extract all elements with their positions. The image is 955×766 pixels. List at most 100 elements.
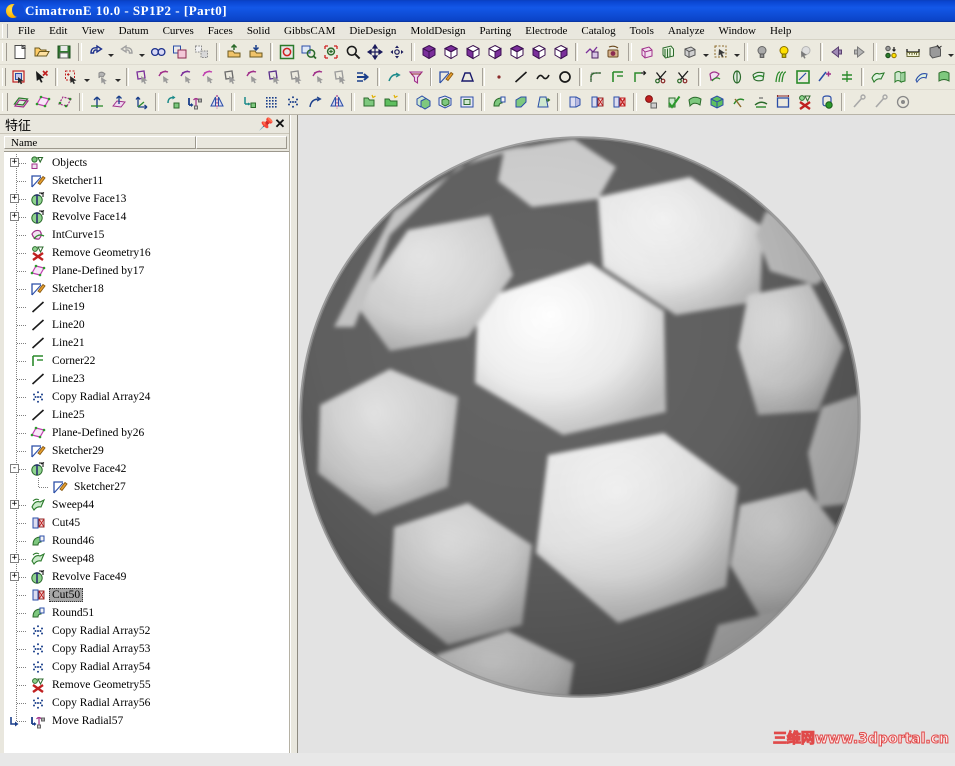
prev-view-icon[interactable] [826, 42, 848, 63]
menu-item-tools[interactable]: Tools [623, 24, 661, 38]
sketcher-icon[interactable] [435, 67, 457, 88]
menu-item-catalog[interactable]: Catalog [574, 24, 622, 38]
column-header-name[interactable]: Name [4, 136, 196, 149]
select-box-icon[interactable] [8, 67, 30, 88]
view-top-icon[interactable] [440, 42, 462, 63]
axis-icon[interactable] [86, 92, 108, 113]
menu-item-diedesign[interactable]: DieDesign [342, 24, 403, 38]
zoom-window-icon[interactable] [298, 42, 320, 63]
menubar-grip[interactable] [2, 23, 8, 38]
menu-item-faces[interactable]: Faces [201, 24, 240, 38]
tree-item[interactable]: Line19 [4, 298, 289, 316]
view-iso-icon[interactable] [418, 42, 440, 63]
drive-face-icon[interactable] [889, 67, 911, 88]
import-icon[interactable] [223, 42, 245, 63]
tree-item[interactable]: Line21 [4, 334, 289, 352]
arc-icon[interactable] [532, 67, 554, 88]
deselect-icon[interactable] [30, 67, 52, 88]
tree-item[interactable]: Copy Radial Array24 [4, 388, 289, 406]
circle-icon[interactable] [554, 67, 576, 88]
menu-item-datum[interactable]: Datum [112, 24, 156, 38]
soccer-ball-model[interactable] [298, 115, 955, 751]
menu-item-curves[interactable]: Curves [156, 24, 201, 38]
curve-on-face-icon[interactable] [748, 67, 770, 88]
view-back-icon[interactable] [528, 42, 550, 63]
view-bottom-icon[interactable] [506, 42, 528, 63]
fit-screen-icon[interactable] [276, 42, 298, 63]
zoom-icon[interactable] [342, 42, 364, 63]
cut-remove-icon[interactable] [608, 92, 630, 113]
new-part-icon[interactable] [358, 92, 380, 113]
tree-collapse-icon[interactable]: - [10, 464, 19, 473]
chevron-down-icon[interactable] [83, 67, 92, 88]
undo-icon[interactable] [85, 42, 107, 63]
face-remove-icon[interactable] [220, 67, 242, 88]
face-split-icon[interactable] [286, 67, 308, 88]
menu-item-parting[interactable]: Parting [472, 24, 518, 38]
export-icon[interactable] [245, 42, 267, 63]
curve-combine-icon[interactable] [814, 67, 836, 88]
tree-item[interactable]: - Revolve Face42 [4, 460, 289, 478]
volume-icon[interactable] [816, 92, 838, 113]
toolbar-grip[interactable] [2, 43, 8, 61]
menu-item-analyze[interactable]: Analyze [661, 24, 712, 38]
mirror-icon[interactable] [206, 92, 228, 113]
menu-item-molddesign[interactable]: MoldDesign [403, 24, 472, 38]
menu-item-help[interactable]: Help [763, 24, 798, 38]
menu-item-file[interactable]: File [11, 24, 42, 38]
tree-item[interactable]: Line25 [4, 406, 289, 424]
shell-icon[interactable] [564, 92, 586, 113]
new-assembly-icon[interactable] [380, 92, 402, 113]
next-view-icon[interactable] [848, 42, 870, 63]
column-header-blank[interactable] [196, 136, 287, 149]
trim-solid-icon[interactable] [728, 92, 750, 113]
subtract-body-icon[interactable] [434, 92, 456, 113]
copy-curve-icon[interactable] [304, 92, 326, 113]
check-solid-icon[interactable] [662, 92, 684, 113]
tree-item[interactable]: Round46 [4, 532, 289, 550]
tree-item[interactable]: Plane-Defined by26 [4, 424, 289, 442]
chevron-down-icon[interactable] [138, 42, 147, 63]
plane-defined-icon[interactable] [32, 92, 54, 113]
close-icon[interactable]: ✕ [273, 116, 287, 131]
pin-tool-icon[interactable] [848, 92, 870, 113]
extend-curve-icon[interactable] [629, 67, 651, 88]
face-offset-icon[interactable] [264, 67, 286, 88]
glasses-icon[interactable] [147, 42, 169, 63]
rotate-icon[interactable] [386, 42, 408, 63]
ruled-face-icon[interactable] [911, 67, 933, 88]
face-trim-icon[interactable] [154, 67, 176, 88]
tree-item[interactable]: IntCurve15 [4, 226, 289, 244]
ucs-icon[interactable] [130, 92, 152, 113]
pin-tool2-icon[interactable] [870, 92, 892, 113]
render-mode-icon[interactable] [679, 42, 701, 63]
menu-item-solid[interactable]: Solid [240, 24, 277, 38]
silhouette-icon[interactable] [726, 67, 748, 88]
chevron-down-icon[interactable] [732, 42, 741, 63]
3d-viewport[interactable]: 三维网www.3dportal.cn [298, 115, 955, 753]
tree-item[interactable]: Sketcher29 [4, 442, 289, 460]
move-rotate-icon[interactable] [162, 92, 184, 113]
tree-item[interactable]: Line20 [4, 316, 289, 334]
profile-icon[interactable] [457, 67, 479, 88]
tree-expand-icon[interactable]: + [10, 158, 19, 167]
curve-balance-icon[interactable] [836, 67, 858, 88]
add-body-icon[interactable] [412, 92, 434, 113]
cut-icon[interactable] [586, 92, 608, 113]
tree-item[interactable]: Cut45 [4, 514, 289, 532]
corner-icon[interactable] [607, 67, 629, 88]
chevron-down-icon[interactable] [946, 42, 955, 63]
measure-icon[interactable] [902, 42, 924, 63]
tree-item[interactable]: + Revolve Face14 [4, 208, 289, 226]
isocurve-icon[interactable] [770, 67, 792, 88]
target-icon[interactable] [892, 92, 914, 113]
view-front-icon[interactable] [462, 42, 484, 63]
view-right-icon[interactable] [484, 42, 506, 63]
save-disk-icon[interactable] [53, 42, 75, 63]
light-pick-icon[interactable] [795, 42, 817, 63]
redo-icon[interactable] [116, 42, 138, 63]
box-select-icon[interactable] [710, 42, 732, 63]
attributes-icon[interactable] [880, 42, 902, 63]
tree-item[interactable]: Sketcher18 [4, 280, 289, 298]
trim-scissors-icon[interactable] [651, 67, 673, 88]
